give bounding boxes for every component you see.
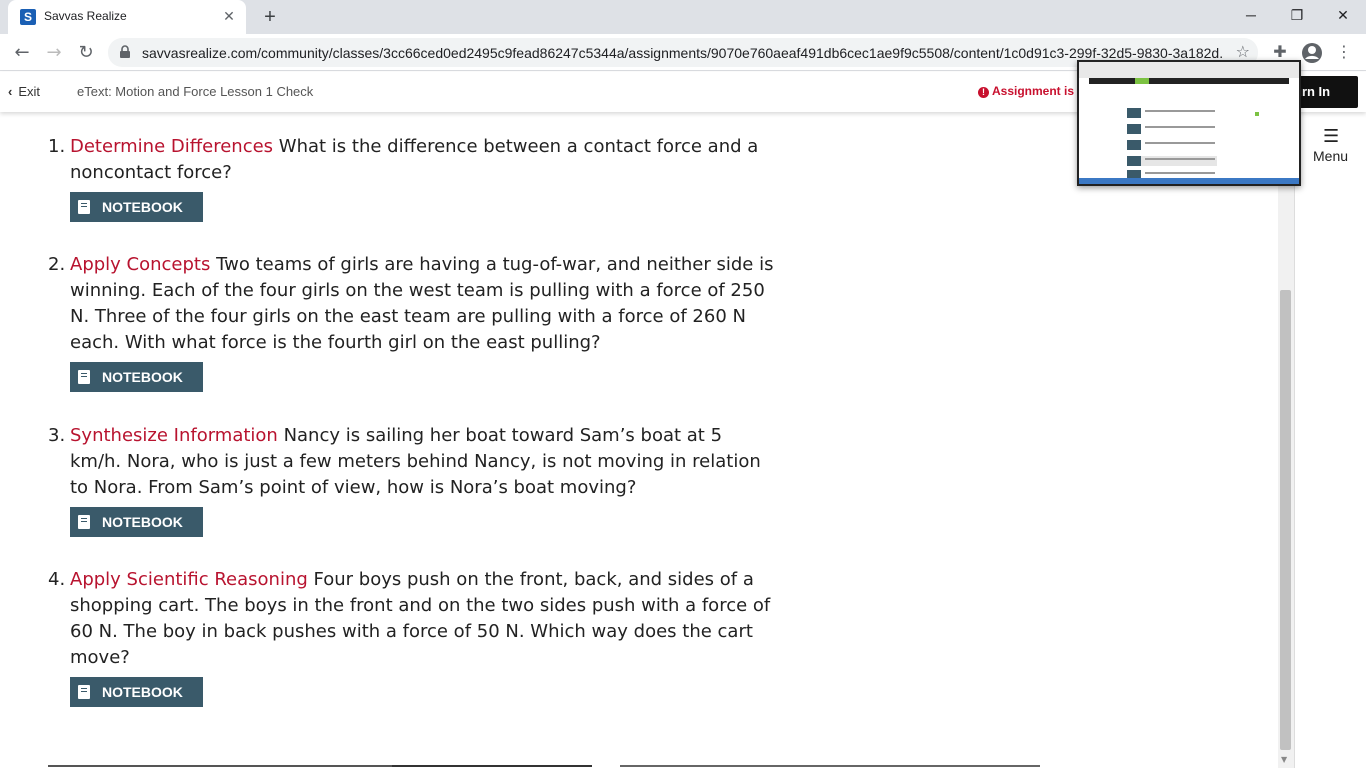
menu-label[interactable]: Menu: [1313, 148, 1348, 164]
assignment-status: ! Assignment is: [978, 84, 1074, 98]
alert-circle-icon: !: [978, 87, 989, 98]
notebook-label: NOTEBOOK: [102, 514, 183, 530]
question-number: 1.: [48, 136, 66, 157]
thumbnail-taskbar: [1079, 178, 1299, 184]
question-text: Synthesize Information Nancy is sailing …: [70, 423, 778, 501]
exit-button[interactable]: ‹ Exit: [8, 84, 40, 99]
chrome-menu-kebab-icon[interactable]: ⋮: [1332, 40, 1356, 64]
back-arrow-icon[interactable]: ←: [8, 39, 36, 67]
thumbnail-row: [1127, 156, 1217, 166]
notebook-button[interactable]: NOTEBOOK: [70, 192, 203, 222]
thumbnail-active-tab: [1135, 78, 1149, 84]
thumbnail-row: [1127, 140, 1217, 150]
lesson-check-content: 1. Determine Differences What is the dif…: [0, 112, 1280, 768]
screen-preview-thumbnail[interactable]: [1077, 60, 1301, 186]
thumbnail-browser-bar: [1079, 62, 1299, 78]
thumbnail-nav-bar: [1089, 78, 1289, 84]
question-skill: Synthesize Information: [70, 425, 278, 446]
notebook-icon: [78, 200, 90, 214]
menu-panel[interactable]: ☰ Menu: [1294, 112, 1366, 768]
question-skill: Apply Scientific Reasoning: [70, 569, 308, 590]
notebook-button[interactable]: NOTEBOOK: [70, 507, 203, 537]
notebook-icon: [78, 515, 90, 529]
question-text: Determine Differences What is the differ…: [70, 134, 778, 186]
browser-tab-strip: S Savvas Realize ✕ + ─ ❐ ✕: [0, 0, 1366, 34]
profile-avatar-icon[interactable]: [1301, 42, 1323, 64]
hamburger-menu-icon[interactable]: ☰: [1323, 126, 1339, 147]
notebook-icon: [78, 370, 90, 384]
question-number: 4.: [48, 569, 66, 590]
forward-arrow-icon[interactable]: →: [40, 39, 68, 67]
minimize-button[interactable]: ─: [1228, 0, 1274, 30]
notebook-label: NOTEBOOK: [102, 369, 183, 385]
url-text[interactable]: savvasrealize.com/community/classes/3cc6…: [142, 45, 1222, 61]
savvas-favicon-icon: S: [20, 9, 36, 25]
scrollbar-thumb[interactable]: [1280, 290, 1291, 750]
assignment-status-text: Assignment is: [992, 84, 1075, 98]
notebook-button[interactable]: NOTEBOOK: [70, 362, 203, 392]
bookmark-star-icon[interactable]: ☆: [1236, 42, 1250, 61]
scroll-down-arrow-icon[interactable]: ▼: [1281, 755, 1287, 764]
bottom-edge: [0, 764, 1278, 768]
thumbnail-row: [1127, 124, 1217, 134]
restore-button[interactable]: ❐: [1274, 0, 1320, 30]
chevron-left-icon: ‹: [8, 84, 13, 99]
content-scrollbar[interactable]: ▼: [1278, 112, 1294, 768]
notebook-label: NOTEBOOK: [102, 684, 183, 700]
thumbnail-row: [1127, 108, 1217, 118]
question-skill: Apply Concepts: [70, 254, 211, 275]
thumbnail-green-marker: [1255, 112, 1259, 116]
notebook-icon: [78, 685, 90, 699]
question-number: 2.: [48, 254, 66, 275]
new-tab-button[interactable]: +: [258, 5, 282, 29]
lock-icon: [120, 45, 130, 58]
question-2: 2. Apply Concepts Two teams of girls are…: [48, 252, 778, 392]
browser-tab[interactable]: S Savvas Realize ✕: [8, 0, 246, 34]
question-4: 4. Apply Scientific Reasoning Four boys …: [48, 567, 778, 707]
question-1: 1. Determine Differences What is the dif…: [48, 134, 778, 222]
question-skill: Determine Differences: [70, 136, 274, 157]
question-text: Apply Concepts Two teams of girls are ha…: [70, 252, 778, 356]
tab-close-icon[interactable]: ✕: [220, 7, 238, 25]
question-text: Apply Scientific Reasoning Four boys pus…: [70, 567, 778, 671]
tab-title: Savvas Realize: [44, 9, 127, 23]
reload-icon[interactable]: ↻: [72, 39, 100, 67]
lesson-title: eText: Motion and Force Lesson 1 Check: [77, 84, 314, 99]
exit-label: Exit: [18, 84, 41, 99]
window-close-button[interactable]: ✕: [1320, 0, 1366, 30]
question-number: 3.: [48, 425, 66, 446]
question-3: 3. Synthesize Information Nancy is saili…: [48, 423, 778, 537]
notebook-label: NOTEBOOK: [102, 199, 183, 215]
notebook-button[interactable]: NOTEBOOK: [70, 677, 203, 707]
